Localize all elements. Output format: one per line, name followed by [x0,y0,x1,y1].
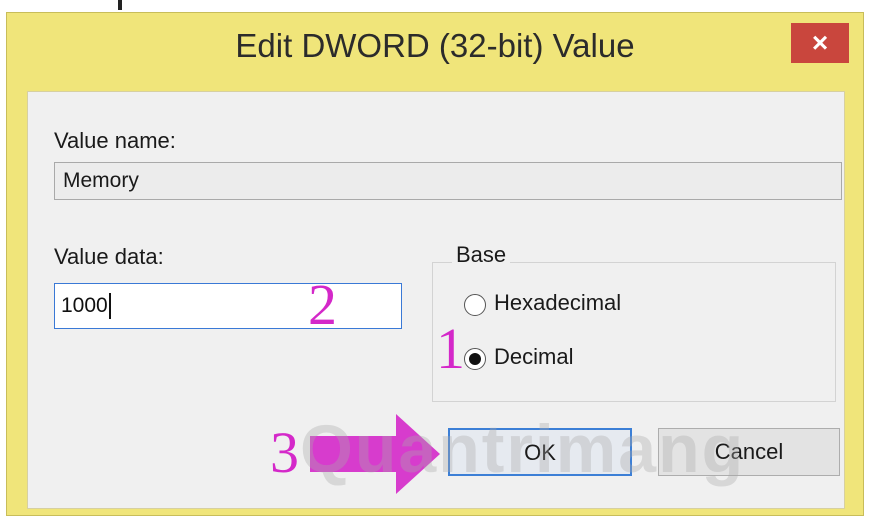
value-name-label: Value name: [54,128,176,153]
step-2-marker: 2 [308,272,337,337]
title-bar[interactable]: Edit DWORD (32-bit) Value × [7,13,863,91]
base-groupbox [432,262,836,402]
watermark: Quantrimang [300,411,746,487]
base-label: Base [452,242,511,268]
value-name-field: Memory [54,162,842,200]
radio-unchecked-icon[interactable] [464,294,486,316]
cursor-mark [118,0,122,10]
dialog-title: Edit DWORD (32-bit) Value [235,27,635,64]
decimal-label[interactable]: Decimal [494,344,573,370]
step-1-marker: 1 [436,316,465,381]
value-data-label: Value data: [54,244,164,269]
text-caret [108,293,111,320]
close-icon: × [811,27,829,58]
value-data-input[interactable]: 1000 [54,283,402,329]
value-data-text: 1000 [61,294,108,317]
radio-checked-icon[interactable] [464,348,486,370]
close-button[interactable]: × [791,23,849,63]
step-3-marker: 3 [270,420,299,485]
hexadecimal-label[interactable]: Hexadecimal [494,290,621,316]
